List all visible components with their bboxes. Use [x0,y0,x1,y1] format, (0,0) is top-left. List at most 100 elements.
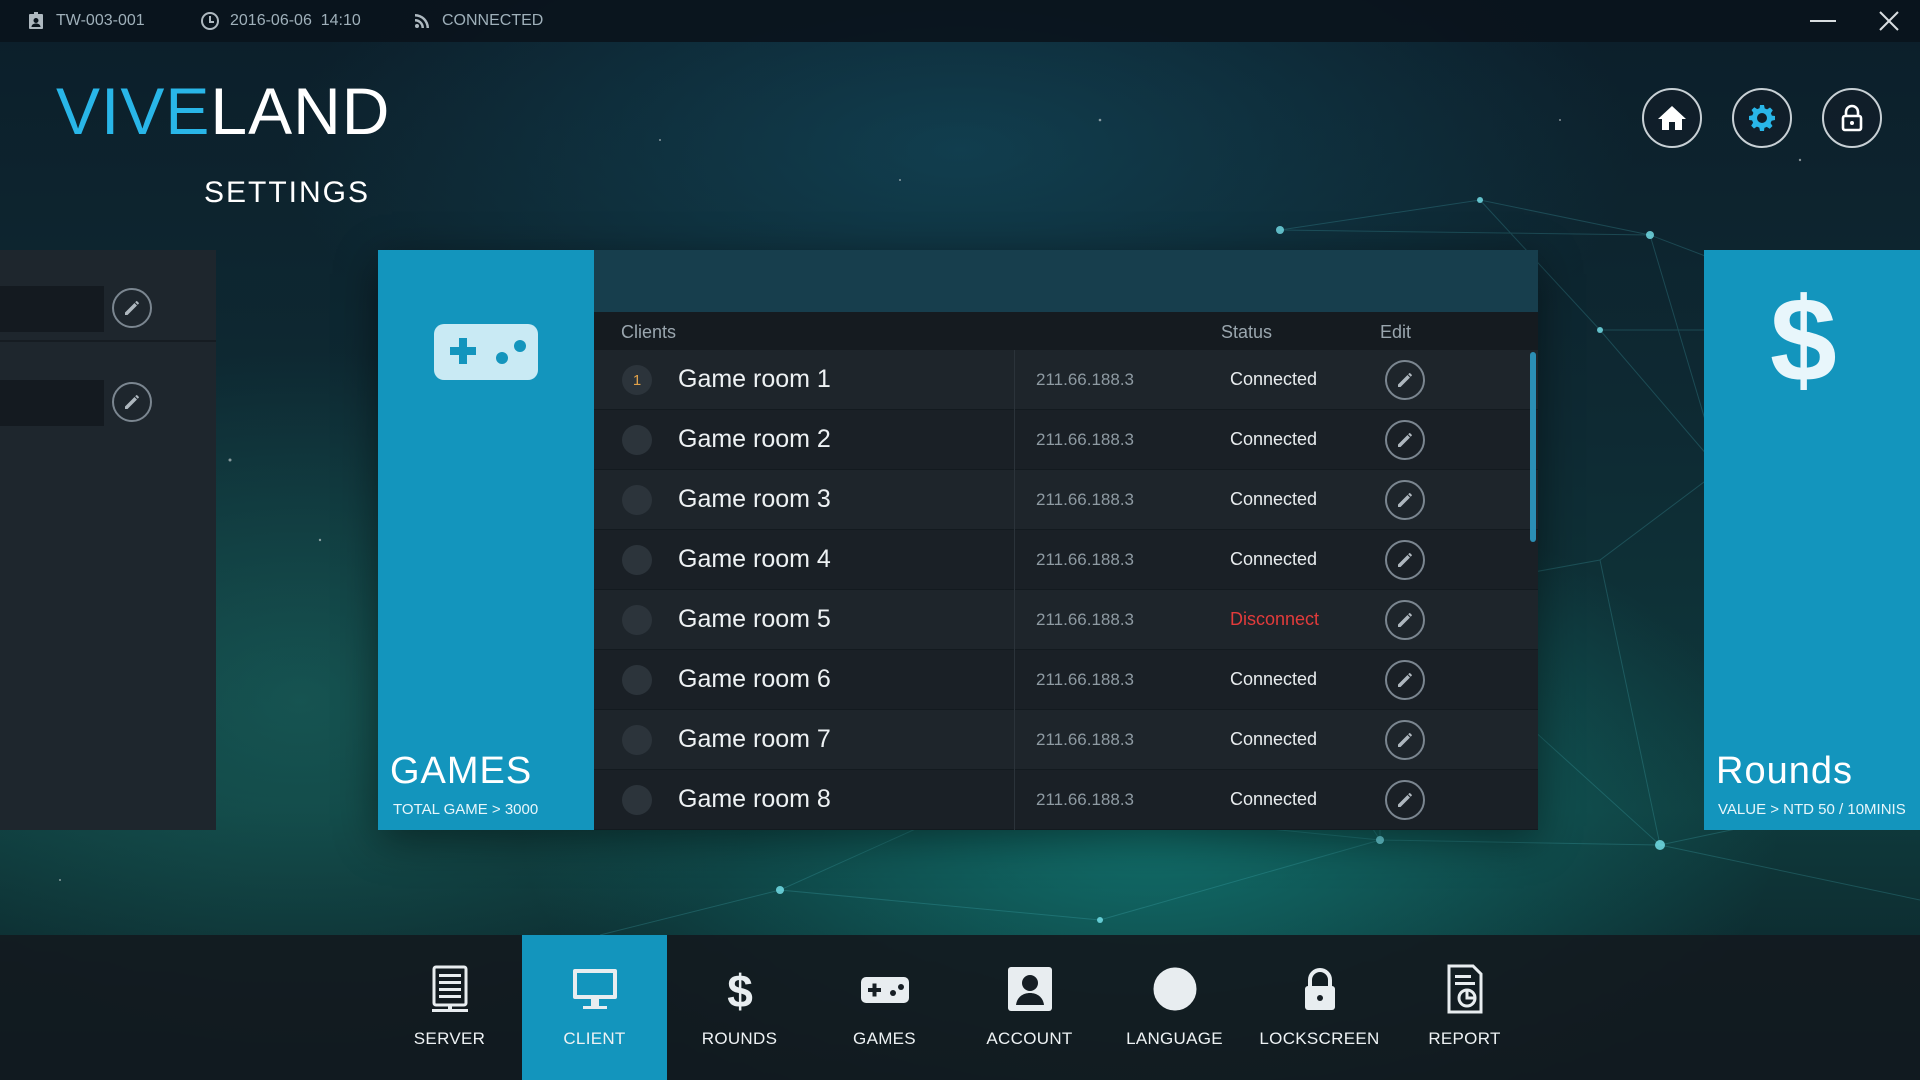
server-icon [422,961,478,1017]
rounds-panel[interactable]: $ Rounds VALUE > NTD 50 / 10MINIS [1704,250,1920,830]
pencil-icon [1398,493,1412,507]
nav-label: LOCKSCREEN [1259,1029,1380,1048]
client-ip: 211.66.188.3 [1036,430,1134,449]
table-row[interactable]: Game room 8 211.66.188.3 Connected [594,770,1538,830]
minimize-icon [1810,20,1836,22]
table-row[interactable]: Game room 7 211.66.188.3 Connected [594,710,1538,770]
client-status: Connected [1230,489,1318,509]
table-row[interactable]: 1 Game room 1 211.66.188.3 Connected [594,350,1538,410]
games-title: GAMES [390,750,533,792]
connection-status: CONNECTED [412,0,543,42]
row-number [622,785,652,815]
edit-button[interactable] [112,288,152,328]
column-divider [1014,530,1015,590]
column-divider [1014,590,1015,650]
dollar-icon: $ [1770,273,1837,407]
globe-icon [1147,961,1203,1017]
nav-label: CLIENT [563,1029,626,1048]
client-ip: 211.66.188.3 [1036,490,1134,509]
connection-text: CONNECTED [442,12,544,29]
column-divider [1014,350,1015,410]
pencil-icon [1398,793,1412,807]
gamepad-icon [857,961,913,1017]
nav-client[interactable]: CLIENT [522,935,667,1080]
client-ip: 211.66.188.3 [1036,670,1134,689]
nav-report[interactable]: REPORT [1392,935,1537,1080]
dollar-icon: $ [712,961,768,1017]
table-row[interactable]: Game room 6 211.66.188.3 Connected [594,650,1538,710]
settings-button[interactable] [1732,88,1792,148]
pencil-icon [1398,613,1412,627]
edit-button[interactable] [1385,780,1425,820]
report-icon [1437,961,1493,1017]
nav-rounds[interactable]: $ ROUNDS [667,935,812,1080]
col-edit: Edit [1380,322,1412,342]
gear-icon [1749,105,1775,131]
client-ip: 211.66.188.3 [1036,370,1134,389]
table-row[interactable]: Game room 3 211.66.188.3 Connected [594,470,1538,530]
logo-vive: VIVE [56,74,211,148]
nav-label: ROUNDS [701,1029,778,1048]
gamepad-icon [434,324,538,380]
client-name: Game room 8 [678,785,831,813]
left-field[interactable] [0,286,104,332]
scrollbar[interactable] [1530,352,1536,542]
client-name: Game room 4 [678,545,831,573]
clients-card: GAMES TOTAL GAME > 3000 Clients Status E… [378,250,1538,830]
svg-text:$: $ [727,965,753,1015]
edit-button[interactable] [1385,600,1425,640]
table-row[interactable]: Game room 2 211.66.188.3 Connected [594,410,1538,470]
home-button[interactable] [1642,88,1702,148]
lock-icon [1292,961,1348,1017]
nav-lockscreen[interactable]: LOCKSCREEN [1247,935,1392,1080]
edit-button[interactable] [1385,420,1425,460]
col-clients: Clients [621,322,677,342]
pencil-icon [125,301,139,315]
bottom-nav: SERVER CLIENT $ ROUNDS GAMES ACCOUNT LANGUAGE L… [0,935,1920,1080]
nav-server[interactable]: SERVER [377,935,522,1080]
clock-icon [201,12,219,30]
page-title: SETTINGS [204,176,371,209]
nav-label: REPORT [1428,1029,1501,1048]
close-button[interactable] [1864,0,1914,42]
edit-button[interactable] [1385,360,1425,400]
table-row[interactable]: Game room 5 211.66.188.3 Disconnect [594,590,1538,650]
row-number [622,485,652,515]
row-number [622,665,652,695]
table-row[interactable]: Game room 4 211.66.188.3 Connected [594,530,1538,590]
client-status: Connected [1230,729,1318,749]
lock-button[interactable] [1822,88,1882,148]
account-icon [1002,961,1058,1017]
games-panel[interactable]: GAMES TOTAL GAME > 3000 [378,250,594,830]
nav-account[interactable]: ACCOUNT [957,935,1102,1080]
client-status: Connected [1230,369,1318,389]
col-status: Status [1221,322,1273,342]
left-field[interactable] [0,380,104,426]
edit-button[interactable] [1385,720,1425,760]
client-list: Clients Status Edit 1 Game room 1 211.66.1… [594,250,1538,830]
edit-button[interactable] [1385,540,1425,580]
pencil-icon [1398,553,1412,567]
nav-language[interactable]: LANGUAGE [1102,935,1247,1080]
edit-button[interactable] [112,382,152,422]
client-status: Connected [1230,549,1318,569]
device-id-text: TW-003-001 [56,12,145,29]
minimize-button[interactable] [1798,0,1848,42]
column-divider [1014,410,1015,470]
client-ip: 211.66.188.3 [1036,610,1134,629]
client-name: Game room 1 [678,365,831,393]
row-number [622,605,652,635]
left-settings-card [0,250,216,830]
nav-label: SERVER [413,1029,486,1048]
list-header-band [594,250,1538,312]
left-row [0,342,216,434]
edit-button[interactable] [1385,480,1425,520]
edit-button[interactable] [1385,660,1425,700]
client-name: Game room 2 [678,425,831,453]
client-name: Game room 5 [678,605,831,633]
column-divider [1014,770,1015,830]
client-ip: 211.66.188.3 [1036,550,1134,569]
nav-games[interactable]: GAMES [812,935,957,1080]
pencil-icon [1398,733,1412,747]
left-row [0,250,216,342]
